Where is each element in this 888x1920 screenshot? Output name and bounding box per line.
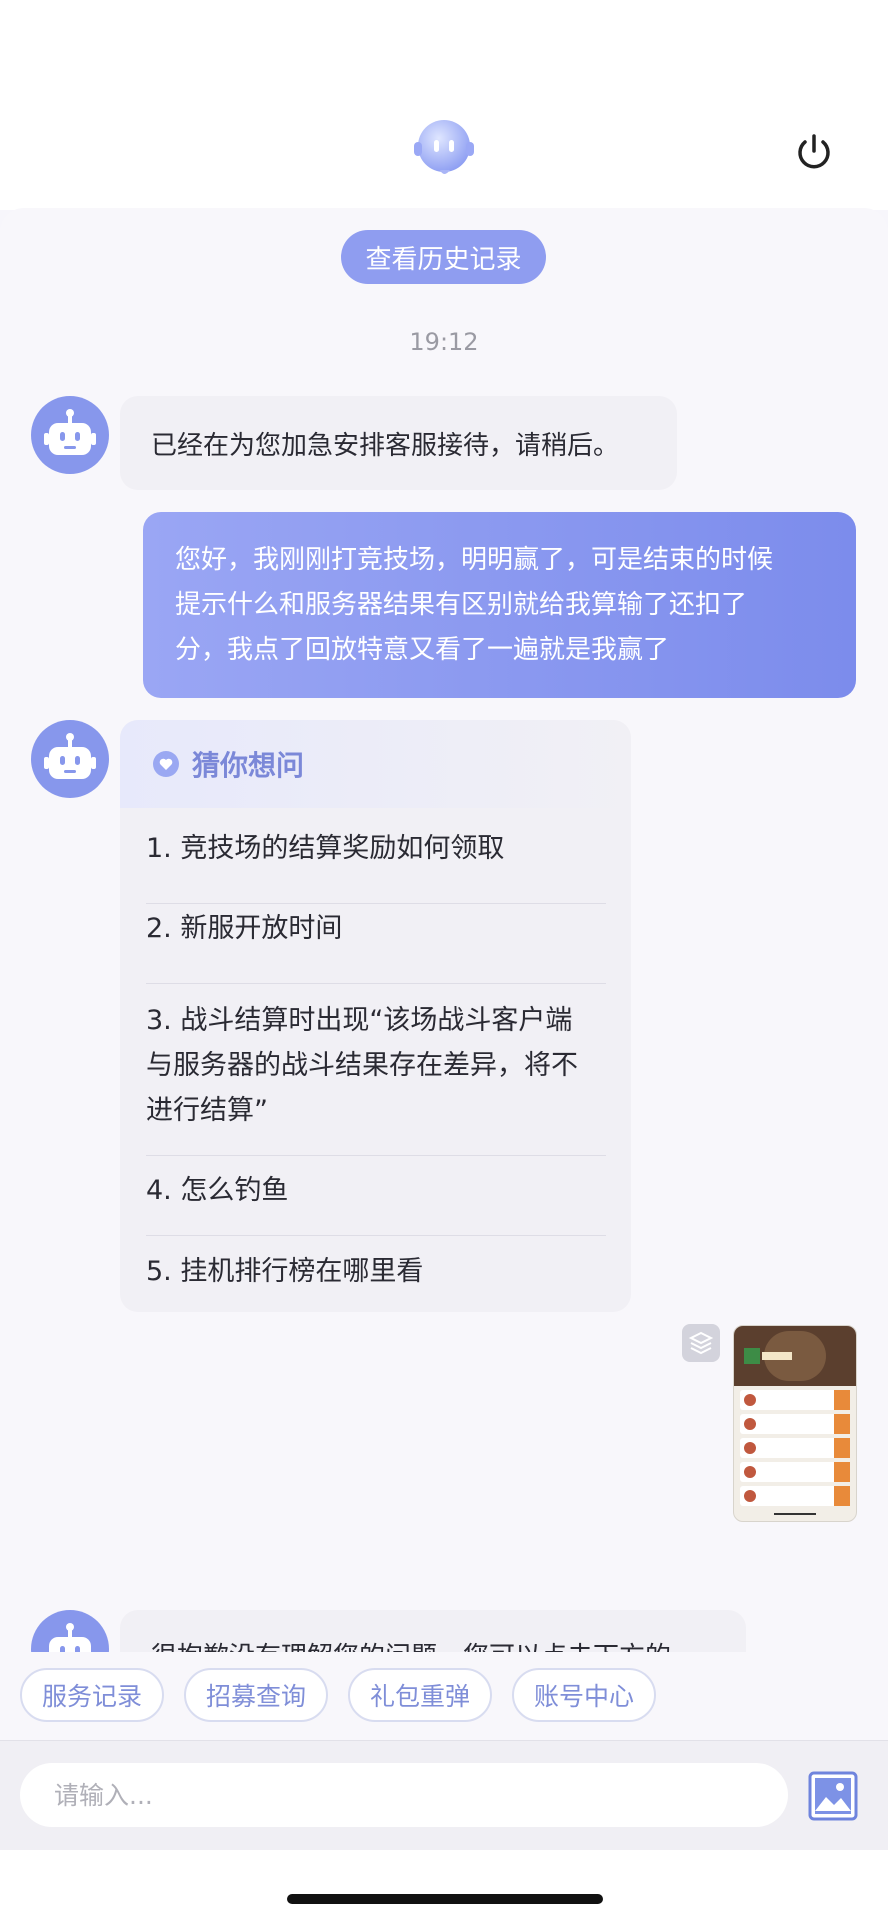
- assistant-avatar-icon: [414, 120, 474, 174]
- header: [0, 0, 888, 210]
- image-icon[interactable]: [808, 1771, 858, 1821]
- message-input[interactable]: [20, 1763, 788, 1827]
- bot-avatar: [31, 396, 109, 474]
- divider: [146, 903, 606, 904]
- divider: [146, 983, 606, 984]
- suggestion-item[interactable]: 4. 怎么钓鱼: [146, 1168, 606, 1213]
- quick-action-account-center[interactable]: 账号中心: [512, 1668, 656, 1722]
- suggestion-item[interactable]: 1. 竞技场的结算奖励如何领取: [146, 826, 606, 871]
- home-area: [0, 1850, 888, 1920]
- sent-image-thumbnail[interactable]: [733, 1325, 857, 1522]
- user-message: 您好，我刚刚打竞技场，明明赢了，可是结束的时候 提示什么和服务器结果有区别就给我…: [143, 512, 856, 698]
- bot-message: 很抱歉没有理解您的问题，您可以点击下方的: [120, 1610, 746, 1652]
- bot-avatar: [31, 720, 109, 798]
- view-history-button[interactable]: 查看历史记录: [341, 230, 546, 284]
- layers-icon[interactable]: [682, 1324, 720, 1362]
- power-icon[interactable]: [792, 130, 836, 174]
- suggestions-title: 猜你想问: [192, 749, 305, 782]
- input-bar: [0, 1740, 888, 1851]
- divider: [146, 1155, 606, 1156]
- user-message-line: 分，我点了回放特意又看了一遍就是我赢了: [175, 635, 670, 665]
- chat-panel: 查看历史记录 19:12 已经在为您加急安排客服接待，请稍后。 您好，我刚刚打竞…: [0, 208, 888, 1652]
- user-message-line: 提示什么和服务器结果有区别就给我算输了还扣了: [175, 590, 748, 620]
- suggestion-item[interactable]: 5. 挂机排行榜在哪里看: [146, 1249, 606, 1294]
- user-message-line: 您好，我刚刚打竞技场，明明赢了，可是结束的时候: [175, 545, 774, 575]
- robot-icon: [44, 733, 96, 779]
- bot-message-text: 很抱歉没有理解您的问题，您可以点击下方的: [151, 1636, 671, 1652]
- quick-action-service-records[interactable]: 服务记录: [20, 1668, 164, 1722]
- bot-message-text: 已经在为您加急安排客服接待，请稍后。: [151, 431, 620, 461]
- suggestions-card: 猜你想问 1. 竞技场的结算奖励如何领取 2. 新服开放时间 3. 战斗结算时出…: [120, 720, 631, 1312]
- divider: [146, 1235, 606, 1236]
- quick-actions: 服务记录 招募查询 礼包重弹 账号中心: [0, 1652, 888, 1740]
- suggestion-item[interactable]: 3. 战斗结算时出现“该场战斗客户端与服务器的战斗结果存在差异，将不进行结算”: [146, 998, 586, 1133]
- robot-icon: [49, 1623, 91, 1652]
- bot-message: 已经在为您加急安排客服接待，请稍后。: [120, 396, 677, 490]
- suggestion-item[interactable]: 2. 新服开放时间: [146, 906, 606, 951]
- quick-action-recruit-query[interactable]: 招募查询: [184, 1668, 328, 1722]
- home-indicator[interactable]: [287, 1894, 603, 1904]
- quick-action-gift-reopen[interactable]: 礼包重弹: [348, 1668, 492, 1722]
- heart-icon: [153, 751, 179, 777]
- message-timestamp: 19:12: [409, 328, 479, 356]
- bot-avatar: [31, 1610, 109, 1652]
- robot-icon: [44, 409, 96, 455]
